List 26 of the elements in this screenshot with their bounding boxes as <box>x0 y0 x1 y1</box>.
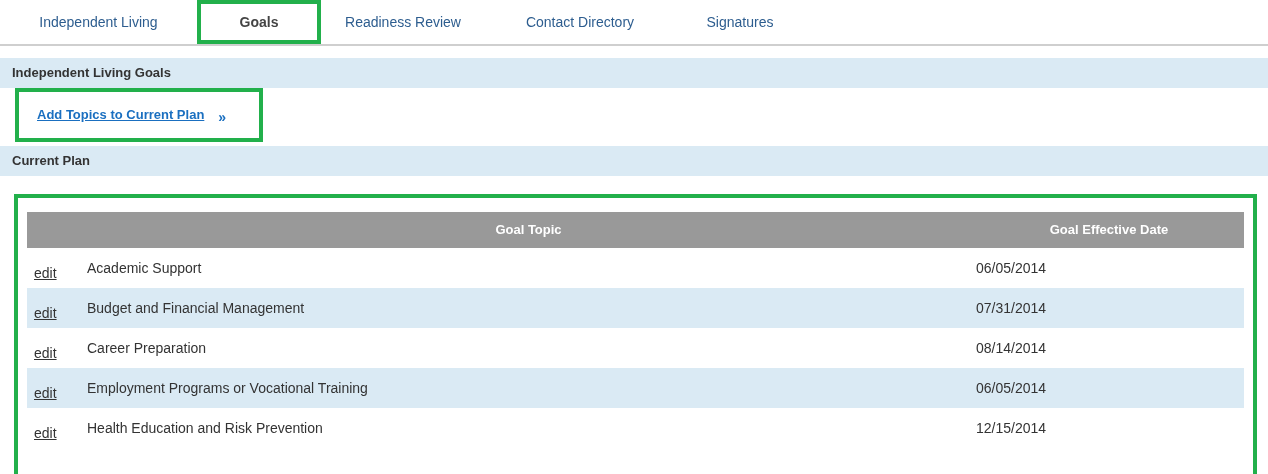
tab[interactable]: Signatures <box>675 0 805 44</box>
table-cell-text: Employment Programs or Vocational Training <box>87 378 368 398</box>
column-header: Goal Topic <box>494 221 563 240</box>
edit-link[interactable]: edit <box>34 302 57 324</box>
column-header: Goal Effective Date <box>1048 221 1170 240</box>
table-cell-text: 06/05/2014 <box>976 378 1047 398</box>
table-cell-text: 07/31/2014 <box>976 298 1047 318</box>
tab[interactable]: Goals <box>197 0 321 44</box>
edit-link[interactable]: edit <box>34 422 57 444</box>
section-title: Independent Living Goals <box>12 64 171 83</box>
tab[interactable]: Independent Living <box>0 0 197 44</box>
table-cell-text: 06/05/2014 <box>976 258 1047 278</box>
table-cell-text: Academic Support <box>87 258 202 278</box>
edit-link[interactable]: edit <box>34 262 57 284</box>
edit-link[interactable]: edit <box>34 342 57 364</box>
section-title: Current Plan <box>12 152 90 171</box>
add-topics-link[interactable]: Add Topics to Current Plan <box>37 105 205 125</box>
table-cell-text: Health Education and Risk Prevention <box>87 418 323 438</box>
edit-link[interactable]: edit <box>34 382 57 404</box>
table-cell-text: 12/15/2014 <box>976 418 1047 438</box>
table-cell-text: Budget and Financial Management <box>87 298 305 318</box>
double-chevron-icon: » <box>218 106 227 128</box>
tab[interactable]: Contact Directory <box>485 0 675 44</box>
table-cell-text: Career Preparation <box>87 338 207 358</box>
table-cell-text: 08/14/2014 <box>976 338 1047 358</box>
tab[interactable]: Readiness Review <box>321 0 485 44</box>
